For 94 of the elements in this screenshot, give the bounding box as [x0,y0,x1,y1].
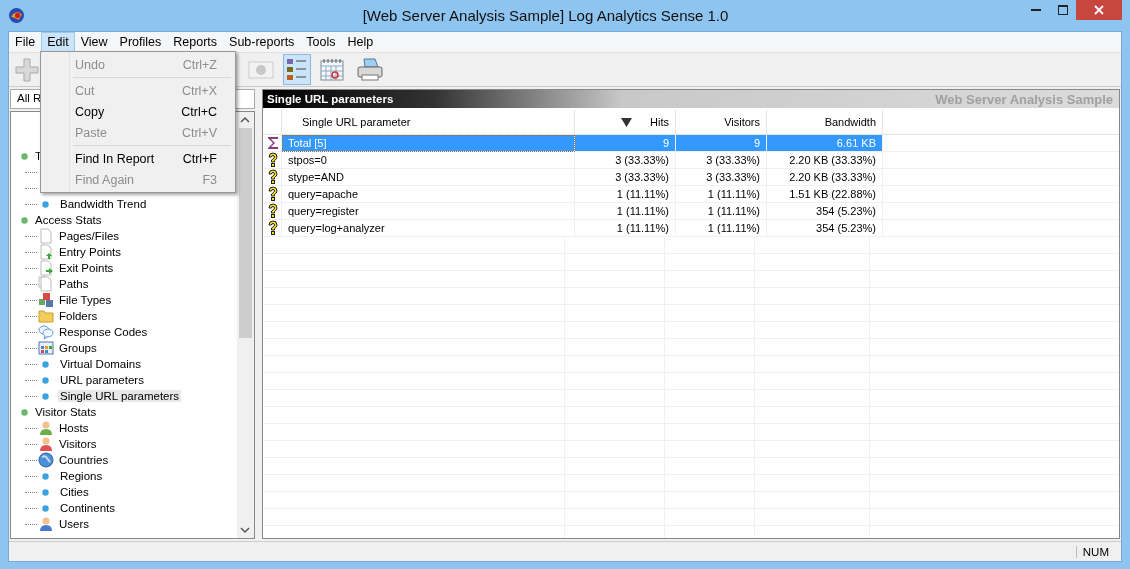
table-cell: 2.20 KB (33.33%) [766,151,883,169]
question-mark-icon [267,220,279,236]
tree-group-label[interactable]: Access Stats [33,214,104,226]
menu-item[interactable]: Reports [167,32,224,52]
bullet-icon [42,392,49,400]
speech-bubbles-icon [38,324,54,340]
globe-icon [38,452,54,468]
table-cell: 1 (11.11%) [574,185,676,203]
menu-item[interactable]: Find In Report Ctrl+F [43,148,233,169]
table-cell: 1 (11.11%) [675,185,767,203]
folder-icon [38,308,54,324]
question-mark-icon [267,152,279,168]
tree-item[interactable]: Cities [58,486,91,498]
table-cell: 1 (11.11%) [675,202,767,220]
cubes-icon [38,292,54,308]
table-cell: 3 (33.33%) [675,151,767,169]
tree-item[interactable]: Entry Points [57,246,123,258]
table-cell: query=apache [281,185,575,203]
tree-item[interactable]: Exit Points [57,262,116,274]
document-right-arrow-icon [38,260,54,276]
question-mark-icon [267,203,279,219]
close-icon [1094,5,1104,15]
column-header[interactable]: Bandwidth [766,110,883,135]
table-cell: 3 (33.33%) [574,168,676,186]
menu-item[interactable]: Tools [300,32,342,52]
column-header[interactable]: Hits [574,110,676,135]
tree-item[interactable]: URL parameters [58,374,146,386]
table-cell: 354 (5.23%) [766,202,883,220]
documents-icon [38,276,54,292]
tree-item[interactable]: Paths [57,278,91,290]
menu-item[interactable]: Sub-reports [223,32,301,52]
menu-item[interactable]: Copy Ctrl+C [43,101,233,122]
maximize-icon [1057,5,1068,15]
tree-item[interactable]: Virtual Domains [58,358,143,370]
bullet-icon [42,200,49,208]
app-logo-icon [9,8,24,23]
grid-icon [38,340,54,356]
bullet-icon [21,408,28,416]
tree-item[interactable]: Single URL parameters [58,390,182,402]
column-header[interactable]: Visitors [675,110,767,135]
table-cell: query=register [281,202,575,220]
tree-item[interactable]: Visitors [57,438,99,450]
bullet-icon [42,376,49,384]
tree-item[interactable]: Pages/Files [57,230,122,242]
table-cell: stpos=0 [281,151,575,169]
menu-item[interactable]: Edit [41,32,75,52]
table-cell: 1 (11.11%) [574,219,676,237]
bullet-icon [21,152,28,160]
table-cell: 1.51 KB (22.88%) [766,185,883,203]
bullet-icon [42,488,49,496]
table-cell: 3 (33.33%) [675,168,767,186]
tree-item[interactable]: Hosts [57,422,91,434]
question-mark-icon [267,186,279,202]
num-lock-indicator: NUM [1075,545,1109,558]
person-icon [38,516,54,532]
tree-item[interactable]: Regions [58,470,105,482]
tree-group-label[interactable]: Visitor Stats [33,406,99,418]
list-view-button[interactable] [283,54,311,85]
table-cell: 1 (11.11%) [675,219,767,237]
table-cell: 3 (33.33%) [574,151,676,169]
window-title: [Web Server Analysis Sample] Log Analytics Sense 1.0 [361,7,730,24]
table-cell: 1 (11.11%) [574,202,676,220]
tree-item[interactable]: Folders [57,310,100,322]
question-mark-icon [267,169,279,185]
person-icon [38,436,54,452]
menu-item[interactable]: Help [341,32,380,52]
tree-item[interactable]: Countries [57,454,111,466]
bullet-icon [42,360,49,368]
table-cell: stype=AND [281,168,575,186]
bullet-icon [42,472,49,480]
document-up-arrow-icon [38,244,54,260]
tree-item[interactable]: Continents [58,502,117,514]
tree-item[interactable]: Response Codes [57,326,150,338]
tree-item[interactable]: Bandwidth Trend [58,198,149,210]
bullet-icon [42,504,49,512]
person-icon [38,420,54,436]
tree-item[interactable]: Groups [57,342,99,354]
tree-item[interactable]: Users [57,518,92,530]
report-title: Single URL parameters [267,93,394,105]
column-header[interactable]: Single URL parameter [281,110,575,135]
sort-descending-icon [621,118,633,127]
menu-item[interactable]: File [9,32,42,52]
scrollbar[interactable] [237,112,254,538]
tree-item[interactable]: File Types [57,294,114,306]
minimize-icon [1030,9,1041,11]
menu-item[interactable]: View [74,32,114,52]
document-icon [38,228,54,244]
table-cell: 2.20 KB (33.33%) [766,168,883,186]
bullet-icon [21,216,28,224]
close-button[interactable] [1076,0,1122,20]
menu-item[interactable]: Profiles [113,32,168,52]
table-cell: 354 (5.23%) [766,219,883,237]
table-cell: query=log+analyzer [281,219,575,237]
sigma-icon [267,136,279,150]
